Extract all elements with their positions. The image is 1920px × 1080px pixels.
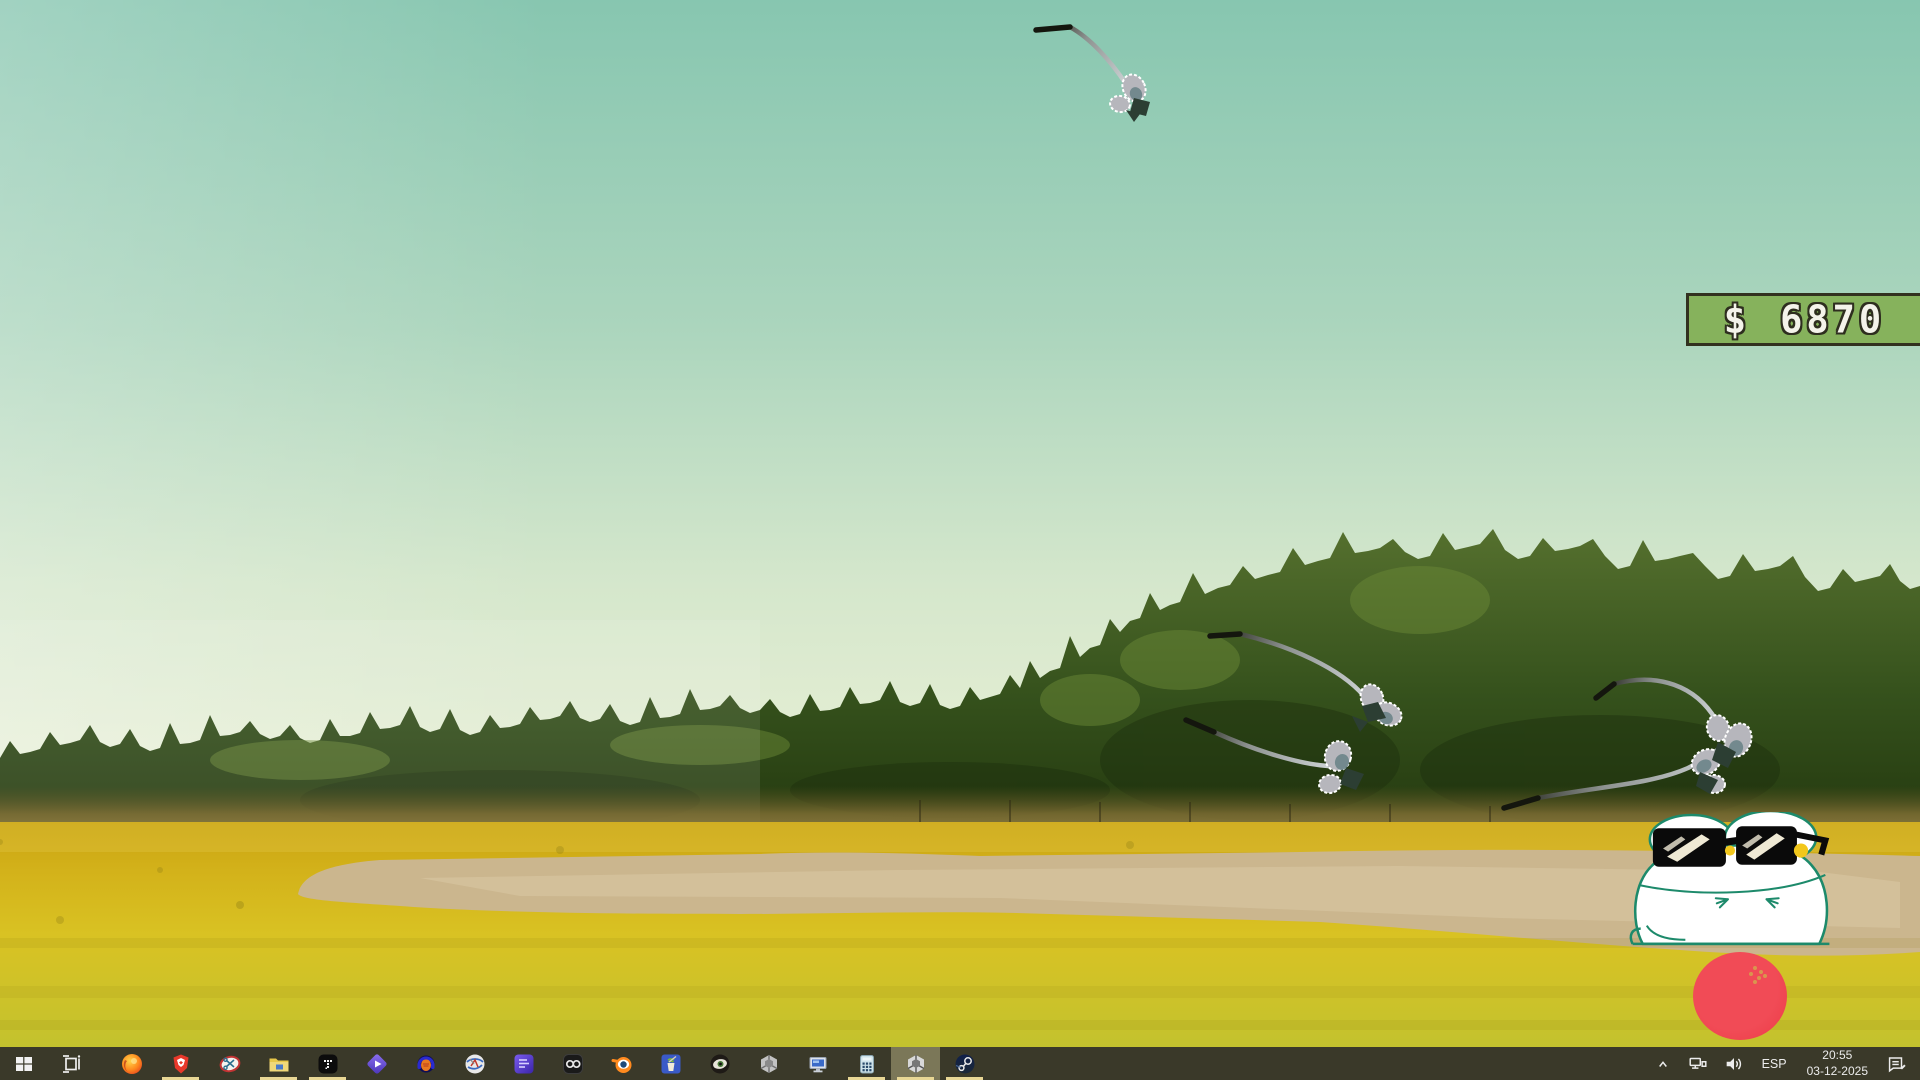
taskbar-app-code-editor[interactable] [499, 1047, 548, 1080]
fly-body [1340, 768, 1364, 790]
desktop-screen: $6870 [0, 0, 1920, 1080]
taskbar-app-system-app[interactable] [793, 1047, 842, 1080]
taskbar-app-noodle-app[interactable] [646, 1047, 695, 1080]
stremio-icon [365, 1052, 389, 1076]
frog-with-sunglasses[interactable] [1626, 812, 1836, 952]
fly-3[interactable] [1178, 708, 1383, 808]
desktop-background[interactable]: $6870 [0, 0, 1920, 1047]
taskbar-app-snipping-tool[interactable] [205, 1047, 254, 1080]
frog-left-eye [1725, 845, 1735, 855]
taskbar-empty-space [989, 1047, 1646, 1080]
network-icon [1687, 1053, 1709, 1075]
task-view-button[interactable] [48, 1047, 96, 1080]
chevron-up-icon [1653, 1054, 1673, 1074]
volume-tray-button[interactable] [1716, 1047, 1752, 1080]
network-tray-button[interactable] [1680, 1047, 1716, 1080]
eye-app-icon [708, 1052, 732, 1076]
frog-right-eye [1794, 843, 1808, 857]
file-explorer-icon [267, 1052, 291, 1076]
taskbar-app-brave[interactable] [156, 1047, 205, 1080]
fly-motion-trail [1036, 27, 1126, 84]
score-panel: $6870 [1686, 293, 1920, 346]
audacity-icon [414, 1052, 438, 1076]
taskbar-app-stremio[interactable] [352, 1047, 401, 1080]
taskbar-app-unity-hub[interactable] [744, 1047, 793, 1080]
noodle-app-icon [659, 1052, 683, 1076]
snipping-tool-icon [218, 1052, 242, 1076]
hidden-icons-chevron[interactable] [1646, 1047, 1680, 1080]
taskbar-app-calculator[interactable] [842, 1047, 891, 1080]
taskbar-app-file-explorer[interactable] [254, 1047, 303, 1080]
windows-logo-icon [12, 1052, 36, 1076]
start-button[interactable] [0, 1047, 48, 1080]
firefox-icon [120, 1052, 144, 1076]
brave-icon [169, 1052, 193, 1076]
fly-motion-trail [1210, 634, 1364, 696]
speaker-icon [1723, 1053, 1745, 1075]
language-indicator[interactable]: ESP [1752, 1047, 1797, 1080]
code-editor-icon [512, 1052, 536, 1076]
fly-4[interactable] [1492, 668, 1784, 818]
taskbar-app-audacity[interactable] [401, 1047, 450, 1080]
taskbar-app-tidal[interactable] [303, 1047, 352, 1080]
notification-icon [1885, 1053, 1907, 1075]
clock-date: 03-12-2025 [1807, 1064, 1868, 1080]
taskbar-app-codium[interactable] [548, 1047, 597, 1080]
calculator-icon [855, 1052, 879, 1076]
red-ball[interactable] [1693, 952, 1787, 1040]
taskbar-app-eye-app[interactable] [695, 1047, 744, 1080]
blender-icon [610, 1052, 634, 1076]
score-text: $6870 [1689, 300, 1920, 338]
unity-editor-icon [904, 1052, 928, 1076]
fly-wing [1318, 773, 1343, 795]
codium-icon [561, 1052, 585, 1076]
taskbar-app-row [96, 1047, 989, 1080]
unity-hub-icon [757, 1052, 781, 1076]
task-view-icon [60, 1052, 84, 1076]
taskbar-app-firefox[interactable] [107, 1047, 156, 1080]
clock[interactable]: 20:55 03-12-2025 [1797, 1047, 1878, 1080]
ball-speckles [1693, 952, 1787, 1040]
action-center-button[interactable] [1878, 1047, 1914, 1080]
system-tray: ESP 20:55 03-12-2025 [1646, 1047, 1920, 1080]
currency-symbol: $ [1724, 300, 1750, 338]
tidal-icon [316, 1052, 340, 1076]
taskbar-app-blender[interactable] [597, 1047, 646, 1080]
taskbar-app-globe-app[interactable] [450, 1047, 499, 1080]
clock-time: 20:55 [1807, 1048, 1868, 1064]
globe-app-icon [463, 1052, 487, 1076]
taskbar-app-steam[interactable] [940, 1047, 989, 1080]
steam-icon [953, 1052, 977, 1076]
fly-1[interactable] [1028, 16, 1178, 131]
score-amount: 6870 [1780, 300, 1885, 338]
taskbar-app-unity-editor[interactable] [891, 1047, 940, 1080]
taskbar: ESP 20:55 03-12-2025 [0, 1047, 1920, 1080]
system-app-icon [806, 1052, 830, 1076]
